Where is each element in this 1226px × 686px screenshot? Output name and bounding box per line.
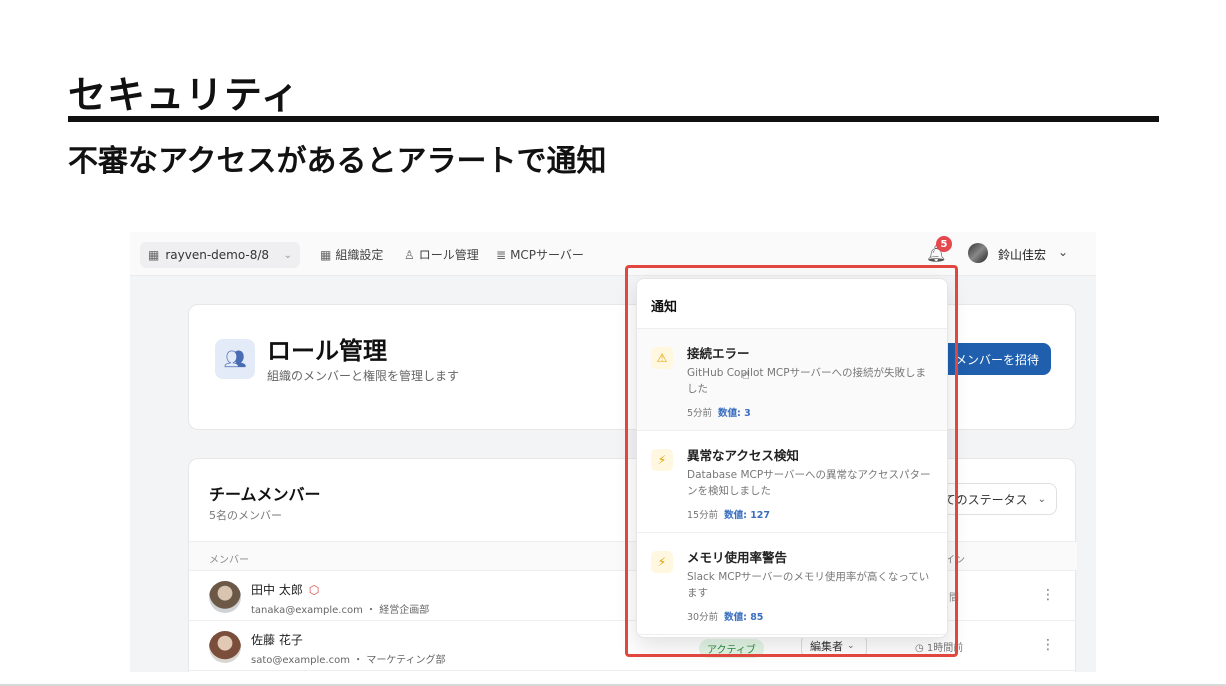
chevron-down-icon: ⌄ [283, 249, 292, 261]
member-email: tanaka@example.com [251, 605, 363, 616]
nav-org-settings[interactable]: ▦ 組織設定 [320, 246, 383, 263]
member-dept: マーケティング部 [366, 655, 446, 666]
org-name: rayven-demo-8/8 [165, 248, 270, 262]
nav-label: ロール管理 [418, 248, 479, 262]
nav-role-management[interactable]: ♙ ロール管理 [404, 246, 479, 263]
user-avatar[interactable] [968, 243, 988, 263]
database-icon: ≣ [496, 247, 507, 262]
avatar [209, 581, 241, 613]
chevron-down-icon[interactable]: ⌄ [1058, 245, 1068, 259]
building-icon: ▦ [320, 247, 332, 262]
more-options-icon[interactable]: ⋮ [1041, 637, 1055, 653]
highlight-box [625, 265, 958, 657]
more-options-icon[interactable]: ⋮ [1041, 587, 1055, 603]
org-switcher[interactable]: ▦ rayven-demo-8/8 ⌄ [140, 242, 300, 268]
avatar [209, 631, 241, 663]
member-dept: 経営企画部 [379, 605, 430, 616]
title-divider [68, 116, 1159, 122]
member-details: sato@example.com ・ マーケティング部 [251, 655, 446, 666]
user-icon: ♙ [404, 247, 415, 262]
nav-label: MCPサーバー [510, 248, 584, 262]
member-name: 田中 太郎 [251, 583, 303, 597]
notification-count-badge: 5 [936, 236, 952, 252]
shield-icon: ⬡ [308, 583, 320, 597]
column-header-member: メンバー [209, 555, 249, 566]
member-count: 5名のメンバー [209, 509, 282, 522]
user-name[interactable]: 鈴山佳宏 [998, 246, 1046, 263]
users-icon: 👥︎ [215, 339, 255, 379]
page-title: ロール管理 [267, 337, 387, 365]
section-title: チームメンバー [209, 485, 321, 504]
nav-mcp-servers[interactable]: ≣ MCPサーバー [496, 246, 584, 263]
slide-subtitle: 不審なアクセスがあるとアラートで通知 [68, 144, 607, 179]
page-description: 組織のメンバーと権限を管理します [267, 369, 460, 383]
member-name-cell: 田中 太郎 ⬡ [251, 581, 319, 598]
chevron-down-icon: ⌄ [1037, 493, 1046, 505]
building-icon: ▦ [148, 248, 160, 262]
slide-title: セキュリティ [68, 73, 300, 117]
member-name: 佐藤 花子 [251, 633, 303, 647]
member-email: sato@example.com [251, 655, 350, 666]
member-details: tanaka@example.com ・ 経営企画部 [251, 605, 430, 616]
nav-label: 組織設定 [335, 248, 384, 262]
